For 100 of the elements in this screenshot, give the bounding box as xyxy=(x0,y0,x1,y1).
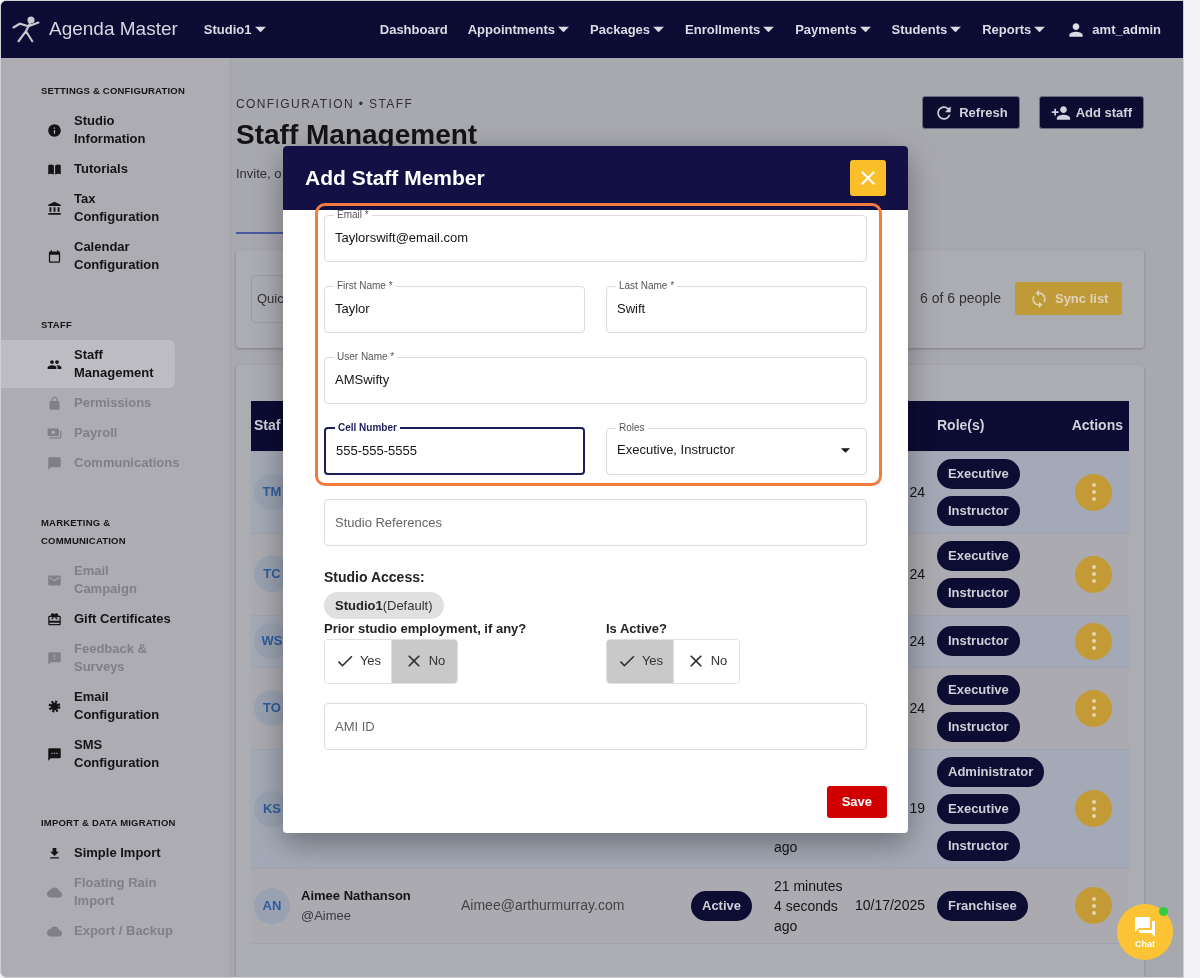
more-button[interactable] xyxy=(1075,473,1112,511)
settings-icon xyxy=(47,698,62,714)
role-badge: Instructor xyxy=(937,495,1020,526)
sidebar-item[interactable]: Calendar Configuration xyxy=(1,232,175,280)
more-icon xyxy=(1090,698,1097,718)
ami-id-field[interactable]: AMI ID xyxy=(324,702,867,750)
field-label: Prior studio employment, if any? xyxy=(324,620,528,638)
studio-chip[interactable]: Studio1(Default) xyxy=(324,592,444,619)
sidebar-item[interactable]: Tutorials xyxy=(1,154,175,184)
section-heading: SETTINGS & CONFIGURATION xyxy=(41,84,186,98)
sidebar-item[interactable]: Gift Certificates xyxy=(1,604,175,634)
toggle-button[interactable]: No xyxy=(391,639,457,683)
nav-link[interactable]: Students xyxy=(891,19,963,40)
roles-select[interactable]: Roles Executive, Instructor xyxy=(606,423,867,475)
refresh-button[interactable]: Refresh xyxy=(922,96,1020,129)
last-seen: ago xyxy=(774,838,799,857)
modal-title: Add Staff Member xyxy=(305,165,485,192)
brand-name[interactable]: Agenda Master xyxy=(49,15,178,44)
sidebar-item[interactable]: Studio Information xyxy=(1,106,175,154)
save-button[interactable]: Save xyxy=(826,785,887,818)
role-badge: Executive xyxy=(937,674,1020,705)
last-name-field[interactable]: Last Name * Swift xyxy=(606,281,867,333)
more-button[interactable] xyxy=(1075,887,1112,924)
date: 24 xyxy=(909,632,925,649)
role-badge: Instructor xyxy=(937,577,1020,608)
toggle-button[interactable]: No xyxy=(673,639,739,683)
text-input[interactable]: Taylor xyxy=(334,291,575,325)
user-menu[interactable]: amt_admin xyxy=(1066,19,1161,40)
sidebar-item[interactable]: Tax Configuration xyxy=(1,184,175,232)
more-button[interactable] xyxy=(1075,555,1112,593)
role-badge: Executive xyxy=(937,458,1020,489)
page-subtitle: Invite, o xyxy=(236,165,282,183)
sidebar-item[interactable]: Email Configuration xyxy=(1,682,175,730)
close-button[interactable] xyxy=(850,160,886,196)
phone-field[interactable]: Cell Number 555-555-5555 xyxy=(324,423,585,475)
section-heading: IMPORT & DATA MIGRATION xyxy=(41,816,177,830)
references-field[interactable]: Studio References xyxy=(324,499,867,546)
staff-username: @Aimee xyxy=(301,906,353,925)
username-field[interactable]: User Name * AMSwifty xyxy=(324,352,867,404)
staff-email: Aimee@arthurmurray.com xyxy=(461,896,626,915)
field-label: Is Active? xyxy=(606,620,668,638)
feedback-icon xyxy=(47,650,62,666)
status-badge: Active xyxy=(691,890,753,921)
text-input[interactable]: Swift xyxy=(616,291,857,325)
more-icon xyxy=(1090,564,1097,584)
email-field[interactable]: Email * Taylorswift@email.com xyxy=(324,210,867,262)
nav-link[interactable]: Packages xyxy=(590,19,666,40)
download-icon xyxy=(47,845,62,861)
nav-link[interactable]: Dashboard xyxy=(379,19,448,40)
more-icon xyxy=(1090,482,1097,502)
more-icon xyxy=(1090,895,1097,916)
dancer-icon xyxy=(11,14,41,45)
staff-name: Aimee Nathanson xyxy=(301,887,412,905)
avatar: AN xyxy=(254,887,290,924)
date: 10/17/2025 xyxy=(854,897,925,913)
chat-icon xyxy=(47,455,62,471)
more-icon xyxy=(1090,798,1097,819)
breadcrumb: CONFIGURATION • STAFF xyxy=(236,96,415,112)
section-heading: MARKETING & COMMUNICATION xyxy=(41,516,127,548)
nav-link[interactable]: Payments xyxy=(795,19,872,40)
info-icon xyxy=(47,122,62,138)
column-header: Actions xyxy=(1071,416,1123,435)
column-header: Role(s) xyxy=(937,416,985,435)
add-button[interactable]: Add staff xyxy=(1038,96,1144,129)
column-header: Staf xyxy=(254,416,281,435)
nav-link[interactable]: Appointments xyxy=(467,19,571,40)
role-badge: Instructor xyxy=(937,626,1020,656)
role-badge: Executive xyxy=(937,540,1020,571)
more-button[interactable] xyxy=(1075,622,1112,660)
people-count: 6 of 6 people xyxy=(920,289,1001,308)
role-badge: Administrator xyxy=(937,756,1045,787)
page-title: Staff Management xyxy=(236,118,478,152)
sidebar-item[interactable]: Staff Management xyxy=(1,340,175,388)
bank-icon xyxy=(47,200,62,216)
date: 24 xyxy=(909,699,925,716)
sidebar-item[interactable]: Simple Import xyxy=(1,838,175,868)
gift-icon xyxy=(47,611,62,627)
field-label: Studio Access: xyxy=(324,568,426,587)
more-button[interactable] xyxy=(1075,790,1112,827)
role-badge: Instructor xyxy=(937,830,1020,861)
text-input[interactable]: Taylorswift@email.com xyxy=(334,220,857,254)
more-icon xyxy=(1090,631,1097,651)
nav-link[interactable]: Enrollments xyxy=(685,19,776,40)
chat-icon xyxy=(1133,915,1157,939)
studio-menu[interactable]: Studio1 xyxy=(203,19,267,40)
sidebar-item[interactable]: SMS Configuration xyxy=(1,730,175,778)
role-badge: Executive xyxy=(937,793,1020,824)
lock-icon xyxy=(47,395,62,411)
sms-icon xyxy=(47,746,62,762)
nav-link[interactable]: Reports xyxy=(982,19,1047,40)
date: 19 xyxy=(909,800,925,816)
text-input[interactable]: AMSwifty xyxy=(334,362,857,396)
more-button[interactable] xyxy=(1075,689,1112,727)
first-name-field[interactable]: First Name * Taylor xyxy=(324,281,585,333)
last-seen: 21 minutes 4 seconds ago xyxy=(774,876,844,936)
role-badge: Franchisee xyxy=(937,890,1028,921)
date: 24 xyxy=(909,565,925,582)
toggle-button[interactable]: Yes xyxy=(607,639,673,683)
text-input[interactable]: 555-555-5555 xyxy=(335,433,574,467)
calendar-icon xyxy=(47,248,62,264)
